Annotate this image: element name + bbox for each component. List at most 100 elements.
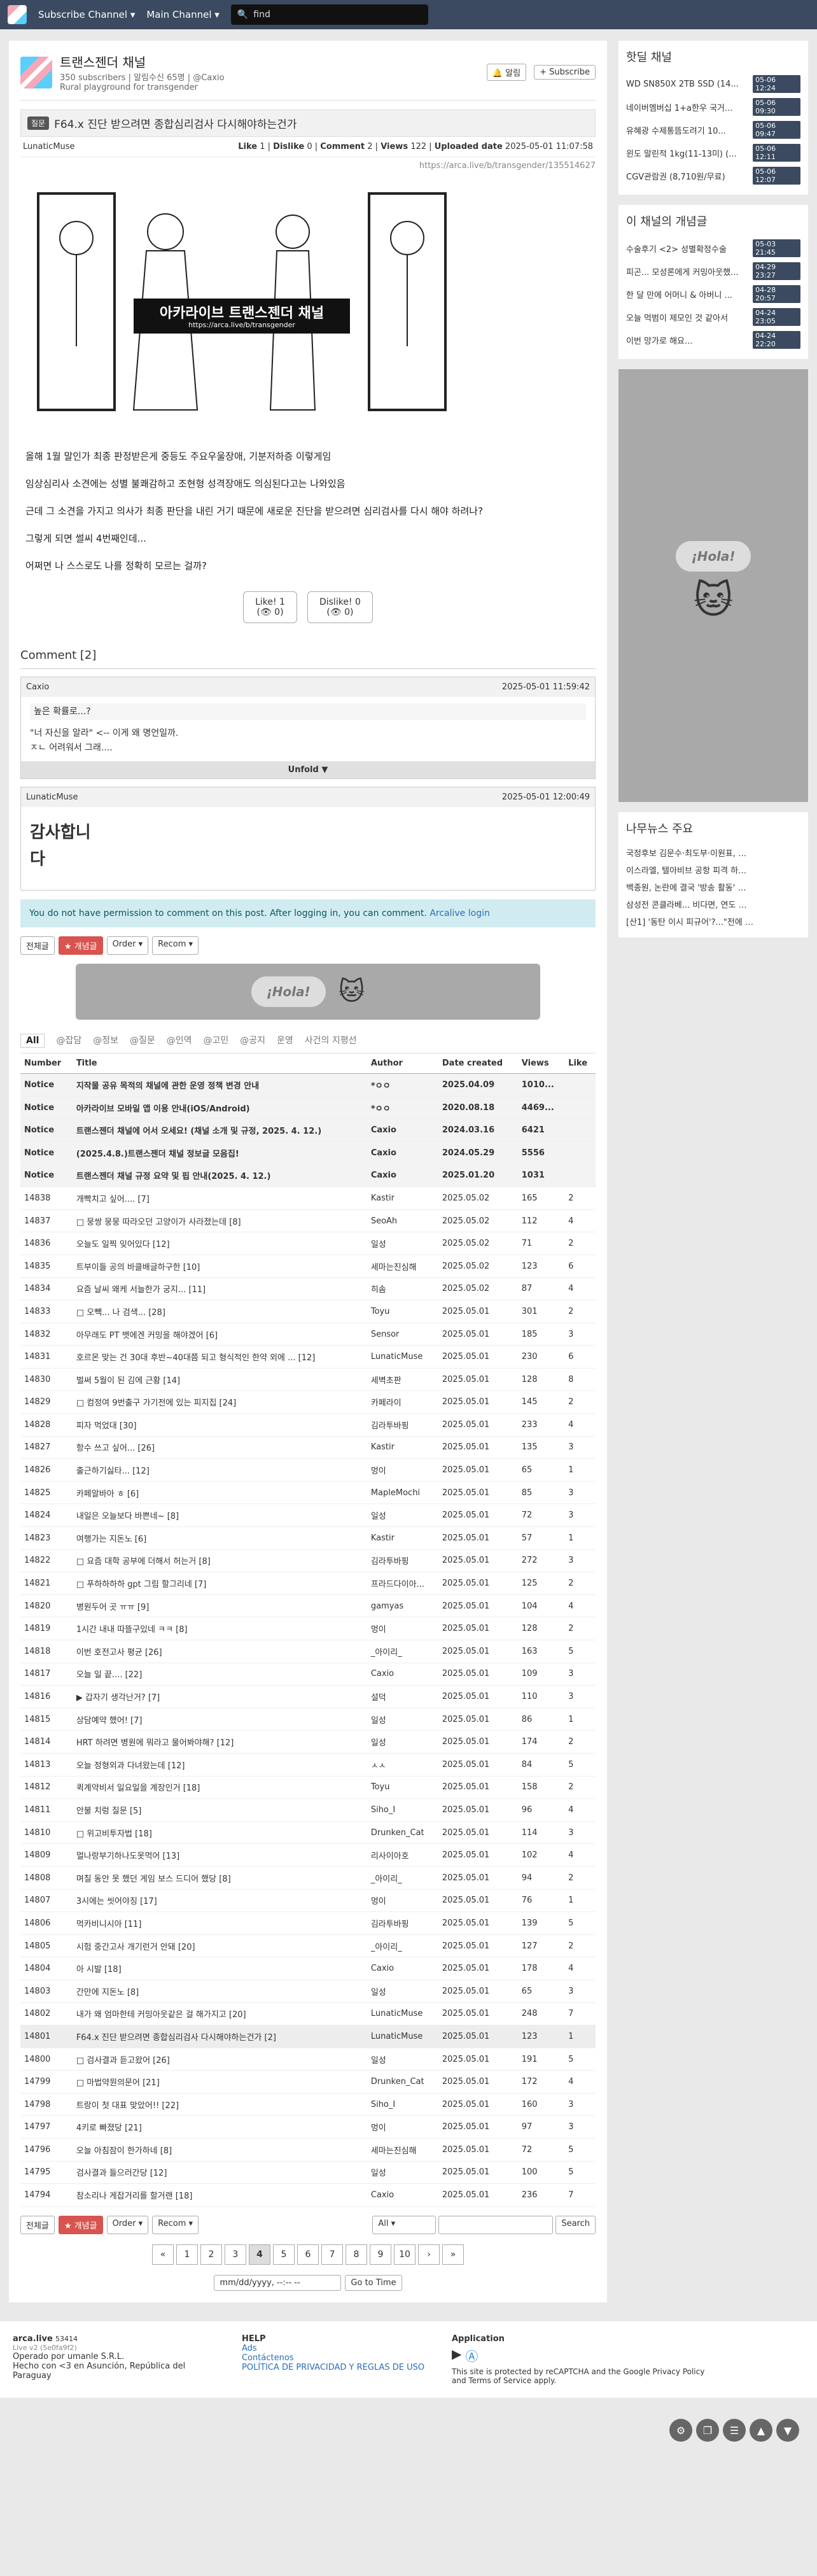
table-row[interactable]: 14836 오늘도 일찍 잊어있다 [12] 일성 2025.05.02 71 2 [20,1232,596,1255]
page-button[interactable]: 10 [394,2244,415,2265]
contact-link[interactable]: Contáctenos [242,2353,294,2363]
row-title[interactable]: ▶ 갑자기 생각난거? [7] [72,1685,367,1708]
row-author[interactable]: Toyu [367,1776,438,1799]
copy-icon[interactable]: ❐ [696,2419,719,2442]
table-row[interactable]: 14814 HRT 하려면 병원에 뭐라고 물어봐야해? [12] 일성 2025.0… [20,1730,596,1754]
row-author[interactable]: 일성 [367,2161,438,2185]
side-item[interactable]: 이스라엘, 텔아비브 공항 피격 하루만에 예멘... [626,861,800,878]
post-url[interactable]: https://arca.live/b/transgender/13551462… [20,157,596,174]
row-author[interactable]: LunaticMuse [367,1345,438,1369]
row-author[interactable]: LunaticMuse [367,2025,438,2048]
table-row[interactable]: 14833 □ 오빽... 나 검색... [28] Toyu 2025.05.01 3… [20,1300,596,1323]
board-title[interactable]: 트랜스젠더 채널 [60,52,479,71]
side-item[interactable]: 피곤... 모성론에게 커밍아웃했... 04-29 23:27 [626,260,800,283]
scroll-bottom-icon[interactable]: ▼ [776,2419,799,2442]
page-button[interactable]: » [442,2244,464,2265]
table-row[interactable]: 14837 □ 뭉쌍 뭉뭉 따라오던 고양이가 사라졌는데 [8] SeoAh 202… [20,1209,596,1233]
row-title[interactable]: 여행가는 지돈노 [6] [72,1526,367,1550]
board-search-button[interactable]: Search [555,2215,596,2234]
row-author[interactable]: Drunken_Cat [367,1821,438,1845]
row-author[interactable]: 멍이 [367,2115,438,2139]
table-row[interactable]: 14838 개빡치고 싶어.... [7] Kastir 2025.05.02 165 2 [20,1186,596,1210]
row-author[interactable]: Caxio [367,2183,438,2207]
row-title[interactable]: HRT 하려면 병원에 뭐라고 물어봐야해? [12] [72,1730,367,1754]
row-author[interactable]: Drunken_Cat [367,2070,438,2094]
page-button[interactable]: 6 [297,2244,319,2265]
side-ad[interactable]: ¡Hola! 🐱 [618,369,808,802]
table-row[interactable]: 14811 안불 치렁 질문 [5] Siho_I 2025.05.01 96 4 [20,1798,596,1822]
row-author[interactable]: Sensor [367,1323,438,1346]
all-posts-button[interactable]: 전체글 [20,936,55,955]
row-title[interactable]: □ 요즘 대학 공부에 더해서 허는거 [8] [72,1549,367,1573]
hotdeal-title[interactable]: 핫딜 채널 [626,48,800,65]
row-title[interactable]: 아카라이브 모바일 앱 이용 안내(iOS/Android) [72,1096,367,1120]
row-title[interactable]: □ 검사결과 듣고왔어 [26] [72,2048,367,2071]
table-row[interactable]: 14807 3시에는 씻어야징 [17] 멍이 2025.05.01 76 1 [20,1889,596,1913]
row-title[interactable]: □ 푸하하하하 gpt 그림 할그리네 [7] [72,1572,367,1595]
row-author[interactable]: *ㅇㅇ [367,1096,438,1120]
row-title[interactable]: F64.x 진단 받으려면 종합심리검사 다시해야하는건가 [2] [72,2025,367,2048]
table-row[interactable]: 14828 피자 먹었대 [30] 김라투바핑 2025.05.01 233 4 [20,1413,596,1437]
settings-icon[interactable]: ⚙ [669,2419,692,2442]
table-row[interactable]: 14797 4키로 빠졌당 [21] 멍이 2025.05.01 97 3 [20,2115,596,2139]
row-title[interactable]: 요즘 날씨 왜케 서늘한가 궁지... [11] [72,1277,367,1301]
row-title[interactable]: □ 컴정여 9번출구 가기전에 있는 피지집 [24] [72,1390,367,1414]
row-title[interactable]: 아 시발 [18] [72,1957,367,1980]
table-row[interactable]: 14803 간만에 지돈노 [8] 일성 2025.05.01 65 3 [20,1980,596,2003]
row-title[interactable]: 먹카비니시아 [11] [72,1911,367,1935]
scroll-top-icon[interactable]: ▲ [750,2419,772,2442]
row-author[interactable]: 세벽초판 [367,1368,438,1391]
table-row[interactable]: 14795 검사결과 들으러간당 [12] 일성 2025.05.01 100 5 [20,2161,596,2185]
page-button[interactable]: 3 [225,2244,246,2265]
concept-title[interactable]: 이 채널의 개념글 [626,213,800,229]
page-button[interactable]: 7 [321,2244,343,2265]
search-input[interactable]: find [253,10,270,20]
table-row[interactable]: Notice 지작물 공유 목적의 채널에 관한 운영 정책 변경 안내 *ㅇㅇ 20… [20,1073,596,1097]
news-title[interactable]: 나무뉴스 주요 [626,820,800,836]
row-title[interactable]: 출근하기싫타... [12] [72,1458,367,1482]
subscribe-channel-menu[interactable]: Subscribe Channel ▾ [38,9,135,20]
side-item[interactable]: WD SN850X 2TB SSD (14... 05-06 12:24 [626,73,800,95]
table-row[interactable]: Notice 트랜스젠더 채널 규정 요약 및 핍 안내(2025. 4. 12.… [20,1164,596,1188]
row-title[interactable]: 호르몬 맞는 건 30대 후반~40대쯤 되고 형식적인 한약 외에 ... [… [72,1345,367,1369]
table-row[interactable]: Notice 트랜스젠더 채널에 어서 오세요! (채널 소개 및 규정, 202… [20,1118,596,1142]
row-author[interactable]: 세마는진심해 [367,2138,438,2162]
row-title[interactable]: 참소리나 게잡거리를 할거랜 [18] [72,2183,367,2207]
table-row[interactable]: 14818 이번 호전고사 평균 [26] _아이리_ 2025.05.01 163 5 [20,1640,596,1663]
category-tab[interactable]: @잡담 [56,1034,81,1048]
category-tab[interactable]: 운영 [277,1034,293,1048]
row-title[interactable]: 오늘 일 끝.... [22] [72,1663,367,1686]
row-author[interactable]: 일성 [367,2048,438,2071]
row-title[interactable]: 항수 쓰고 싶어... [26] [72,1436,367,1460]
search-box[interactable]: 🔍 find [230,4,428,25]
row-author[interactable]: 일성 [367,1708,438,1731]
table-row[interactable]: 14801 F64.x 진단 받으려면 종합심리검사 다시해야하는건가 [2] Lu… [20,2025,596,2048]
table-row[interactable]: 14831 호르몬 맞는 건 30대 후반~40대쯤 되고 형식적인 한약 외에 … [20,1345,596,1369]
table-row[interactable]: 14799 □ 마법약뭔의문어 [21] Drunken_Cat 2025.05.01… [20,2070,596,2094]
row-author[interactable]: Caxio [367,1164,438,1188]
row-author[interactable]: _아이리_ [367,1934,438,1958]
dislike-button[interactable]: Dislike! 0 (👁 0) [307,591,373,623]
row-title[interactable]: 안불 치렁 질문 [5] [72,1798,367,1822]
table-row[interactable]: 14794 참소리나 게잡거리를 할거랜 [18] Caxio 2025.05.01 2… [20,2183,596,2207]
unfold-button[interactable]: Unfold ▼ [21,761,595,779]
site-logo[interactable] [8,5,27,24]
row-title[interactable]: 트부이들 공의 바클배글하구한 [10] [72,1255,367,1278]
table-row[interactable]: 14830 벌써 5월이 된 김에 근황 [14] 세벽초판 2025.05.01 12… [20,1368,596,1391]
row-author[interactable]: 일성 [367,1503,438,1528]
row-author[interactable]: 세마는진심해 [367,1255,438,1278]
row-author[interactable]: LunaticMuse [367,2002,438,2026]
table-row[interactable]: 14824 내일은 오늘보다 바쁜네~ [8] 일성 2025.05.01 72 3 [20,1503,596,1528]
row-title[interactable]: 오늘 아침잠이 한가하네 [8] [72,2138,367,2162]
category-tab[interactable]: @공지 [240,1034,265,1048]
row-author[interactable]: Caxio [367,1957,438,1980]
row-title[interactable]: 오늘 정형외과 다녀왔는데 [12] [72,1753,367,1777]
row-author[interactable]: 일성 [367,1232,438,1255]
post-author[interactable]: LunaticMuse [23,142,75,151]
row-title[interactable]: 카페알바아 ㅎ [6] [72,1481,367,1505]
table-row[interactable]: 14805 시험 중간고사 개기런거 안돼 [20] _아이리_ 2025.05.01… [20,1934,596,1958]
row-title[interactable]: 검사결과 들으러간당 [12] [72,2161,367,2185]
table-row[interactable]: 14819 1시간 내내 따뜰구있네 ㅋㅋ [8] 멍이 2025.05.01 128 2 [20,1617,596,1641]
goto-time-button[interactable]: Go to Time [345,2274,402,2291]
row-author[interactable]: Caxio [367,1118,438,1142]
